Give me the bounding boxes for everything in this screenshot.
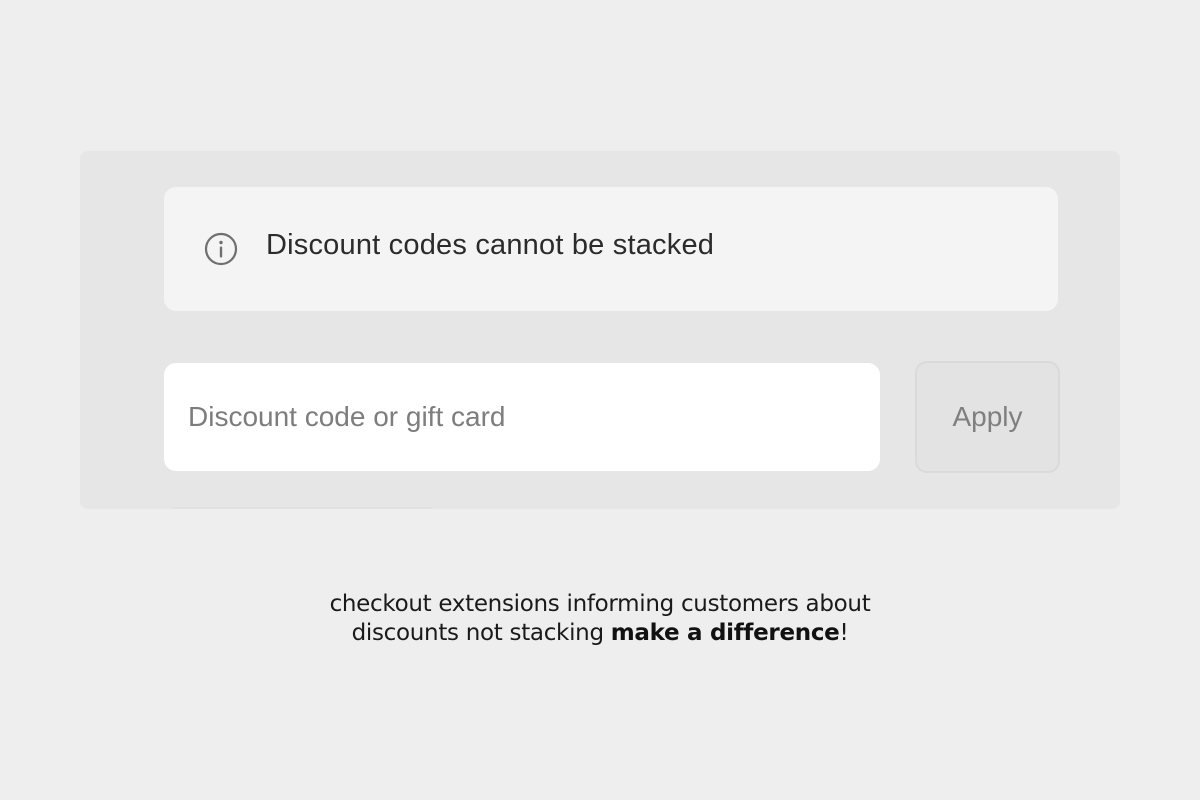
apply-button[interactable]: Apply [915,361,1060,473]
discount-stacking-notice: Discount codes cannot be stacked [164,187,1058,311]
caption-line-2-prefix: discounts not stacking [351,620,611,646]
divider [172,507,432,509]
checkout-discount-panel: Discount codes cannot be stacked Apply [80,151,1120,509]
caption: checkout extensions informing customers … [0,590,1200,648]
notice-text: Discount codes cannot be stacked [266,229,715,261]
info-icon [204,232,238,266]
caption-emphasis: make a difference [610,620,840,646]
caption-line-1: checkout extensions informing customers … [329,591,871,617]
caption-line-2: discounts not stacking make a difference… [0,619,1200,648]
discount-code-input[interactable] [164,363,880,471]
caption-line-2-suffix: ! [839,620,849,646]
